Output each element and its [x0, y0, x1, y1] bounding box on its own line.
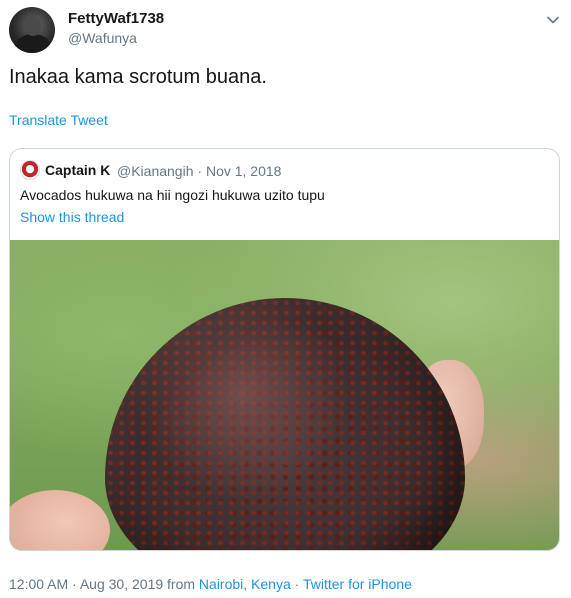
photo-hand-left [10, 490, 110, 550]
author-avatar[interactable] [9, 7, 55, 53]
photo-avocado [105, 298, 465, 550]
quoted-tweet[interactable]: Captain K @Kianangih · Nov 1, 2018 Avoca… [9, 148, 560, 551]
quoted-author-display-name[interactable]: Captain K [45, 162, 110, 178]
from-label: from [167, 576, 196, 592]
tweet-text: Inakaa kama scrotum buana. [9, 66, 267, 88]
tweet-footer: 12:00 AM · Aug 30, 2019 from Nairobi, Ke… [9, 576, 412, 592]
chevron-down-icon [547, 16, 559, 24]
tweet-source-link[interactable]: Twitter for iPhone [303, 576, 412, 592]
translate-tweet-link[interactable]: Translate Tweet [9, 112, 108, 128]
author-display-name[interactable]: FettyWaf1738 [68, 10, 164, 27]
tweet-location-link[interactable]: Nairobi, Kenya [199, 576, 291, 592]
avatar-face [25, 16, 41, 36]
tweet-date[interactable]: Aug 30, 2019 [80, 576, 163, 592]
avatar-shoulders [15, 34, 51, 53]
quoted-tweet-date[interactable]: Nov 1, 2018 [206, 163, 282, 179]
footer-separator-2: · [294, 576, 300, 592]
footer-separator: · [72, 576, 77, 592]
author-handle[interactable]: @Wafunya [68, 30, 137, 46]
more-options-button[interactable] [541, 8, 565, 32]
quoted-author-avatar[interactable] [20, 160, 40, 180]
quoted-author-handle[interactable]: @Kianangih [117, 163, 194, 179]
tweet-time[interactable]: 12:00 AM [9, 576, 68, 592]
meta-separator: · [197, 163, 203, 179]
quoted-author-meta: @Kianangih · Nov 1, 2018 [117, 163, 281, 179]
quoted-tweet-text: Avocados hukuwa na hii ngozi hukuwa uzit… [20, 187, 325, 203]
show-thread-link[interactable]: Show this thread [20, 209, 124, 225]
quoted-tweet-photo[interactable] [10, 240, 559, 550]
